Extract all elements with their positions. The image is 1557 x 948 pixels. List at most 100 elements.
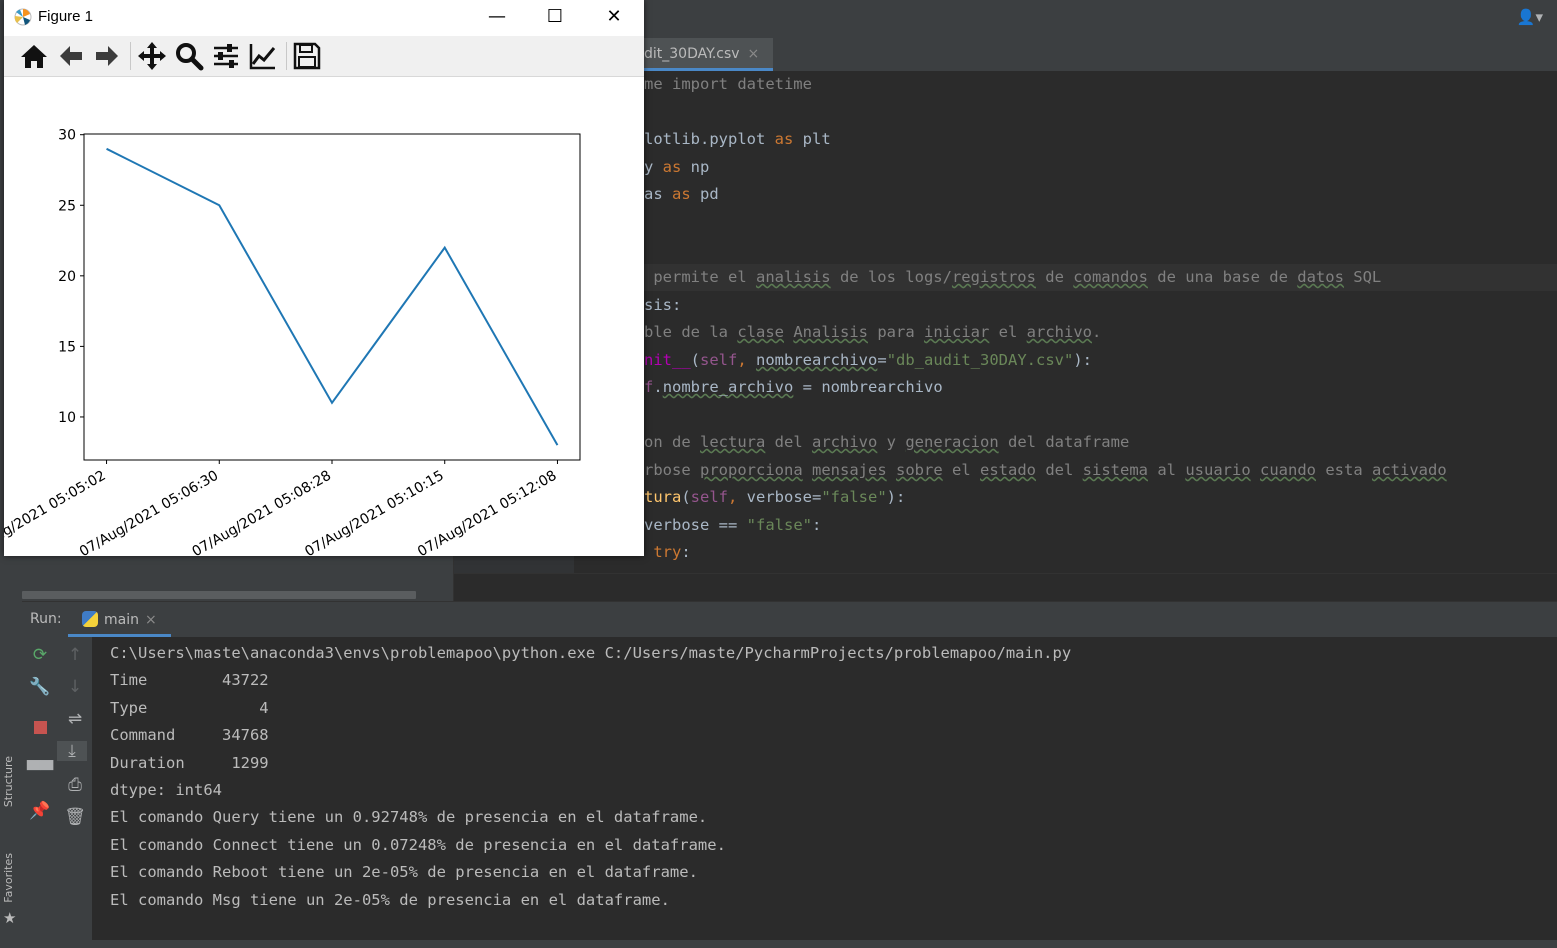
run-toolbar-secondary: ↑ ↓ ⇌ ⤓ ⎙ 🗑 [57, 637, 93, 948]
wrench-icon[interactable]: 🔧 [22, 677, 58, 697]
favorites-tab[interactable]: Favorites [2, 853, 15, 903]
code-token: archivo [812, 433, 878, 451]
code-token: analisis [755, 268, 831, 286]
code-token: . [1091, 323, 1102, 341]
code-token: , [737, 351, 757, 369]
code-token: verbose == [644, 516, 747, 534]
code-token: generacion [905, 433, 999, 451]
code-token: , [728, 488, 747, 506]
toolbar-separator [286, 42, 287, 70]
y-tick-label: 20 [58, 269, 76, 285]
editor-bottom-bar [454, 573, 1557, 602]
save-icon[interactable] [291, 40, 323, 72]
y-tick-label: 30 [58, 128, 76, 144]
code-token: nit__ [644, 351, 691, 369]
code-token: verbose= [746, 488, 822, 506]
soft-wrap-icon[interactable]: ⇌ [57, 709, 93, 729]
y-tick-label: 25 [58, 198, 76, 214]
code-token: tura [644, 488, 682, 506]
figure-toolbar [4, 36, 644, 77]
run-tab-main[interactable]: main × [68, 602, 171, 637]
horizontal-scrollbar[interactable] [22, 591, 416, 599]
code-token: as [672, 185, 691, 203]
code-token: estado [980, 461, 1036, 479]
layout-icon[interactable]: ▀▀ [22, 761, 58, 781]
trash-icon[interactable]: 🗑 [57, 807, 93, 827]
run-tab-label: main [104, 612, 139, 628]
home-icon[interactable] [18, 40, 50, 72]
code-token: "false" [746, 516, 812, 534]
console-line: C:\Users\maste\anaconda3\envs\problemapo… [110, 644, 1072, 662]
console-line: Duration 1299 [110, 753, 269, 772]
code-token: nombre_archivo [662, 378, 794, 396]
code-line-content: as as pd [644, 185, 719, 203]
forward-icon[interactable] [91, 40, 123, 72]
code-line-content: verbose == "false": [644, 516, 821, 534]
code-token: lotlib.pyplot [644, 130, 775, 148]
code-token: clase [737, 323, 784, 341]
code-token: np [681, 158, 710, 176]
status-strip [22, 940, 1557, 948]
scroll-to-end-icon[interactable]: ⤓ [57, 741, 87, 761]
zoom-icon[interactable] [173, 40, 205, 72]
code-token: try [653, 543, 682, 561]
code-token: pd [690, 185, 719, 203]
arrow-down-icon[interactable]: ↓ [57, 677, 93, 697]
minimize-button[interactable]: — [468, 0, 526, 36]
pan-icon[interactable] [136, 40, 168, 72]
star-icon: ★ [3, 909, 17, 927]
code-token: ble de la [644, 323, 738, 341]
close-icon[interactable]: × [145, 612, 157, 628]
code-token: SQL [1343, 268, 1382, 286]
code-token: del [765, 433, 812, 451]
console-output[interactable]: C:\Users\maste\anaconda3\envs\problemapo… [92, 637, 1557, 948]
close-icon[interactable]: × [748, 46, 760, 62]
code-line-content: lotlib.pyplot as plt [644, 130, 831, 148]
code-token: plt [793, 130, 831, 148]
matplotlib-logo-icon [14, 8, 32, 26]
code-token: usuario [1185, 461, 1251, 479]
toolbar-separator [130, 42, 131, 70]
code-token: archivo [1026, 323, 1092, 341]
user-account-icon[interactable]: 👤▾ [1517, 8, 1543, 26]
code-line-content: on de lectura del archivo y generacion d… [644, 433, 1129, 451]
code-token: as [644, 185, 672, 203]
code-token: mensajes [812, 461, 887, 479]
code-line-content: f.nombre_archivo = nombrearchivo [644, 378, 943, 396]
code-token: = nombrearchivo [793, 378, 943, 396]
code-token: de [1035, 268, 1074, 286]
back-icon[interactable] [55, 40, 87, 72]
code-line-content: rbose proporciona mensajes sobre el esta… [644, 461, 1447, 479]
editor-tab-csv[interactable]: dit_30DAY.csv × [630, 38, 774, 71]
console-line: Time 43722 [110, 671, 269, 690]
code-token: ( [681, 488, 691, 506]
plot-canvas[interactable]: 10 15 20 25 30 07/Aug/2021 05:05:02 07/Aug/202… [4, 77, 644, 556]
arrow-up-icon[interactable]: ↑ [57, 645, 93, 665]
code-token: sis: [644, 296, 682, 314]
console-line: Type 4 [110, 698, 269, 717]
stop-icon[interactable] [22, 719, 58, 739]
close-button[interactable]: ✕ [585, 0, 643, 36]
code-token: as [774, 130, 794, 148]
code-token: datos [1297, 268, 1344, 286]
configure-subplots-icon[interactable] [210, 40, 242, 72]
code-token: para [868, 323, 924, 341]
pin-icon[interactable]: 📌 [22, 801, 58, 821]
code-token: cuando [1260, 461, 1316, 479]
code-line-content: permite el analisis de los logs/registro… [644, 268, 1381, 286]
code-token: de una base de [1147, 268, 1298, 286]
structure-tab[interactable]: Structure [2, 756, 15, 807]
code-token: al [1148, 461, 1186, 479]
rerun-icon[interactable]: ⟳ [22, 645, 58, 665]
print-icon[interactable]: ⎙ [57, 775, 93, 795]
code-token: permite el [644, 268, 756, 286]
code-token: nombrearchivo [756, 351, 878, 369]
edit-axis-icon[interactable] [247, 40, 279, 72]
code-token: registros [951, 268, 1036, 286]
console-line: El comando Reboot tiene un 2e-05% de pre… [110, 863, 698, 882]
maximize-button[interactable]: ☐ [526, 0, 584, 36]
code-line-content: tura(self, verbose="false"): [644, 488, 905, 506]
figure-title-bar: Figure 1 — ☐ ✕ [4, 0, 644, 36]
